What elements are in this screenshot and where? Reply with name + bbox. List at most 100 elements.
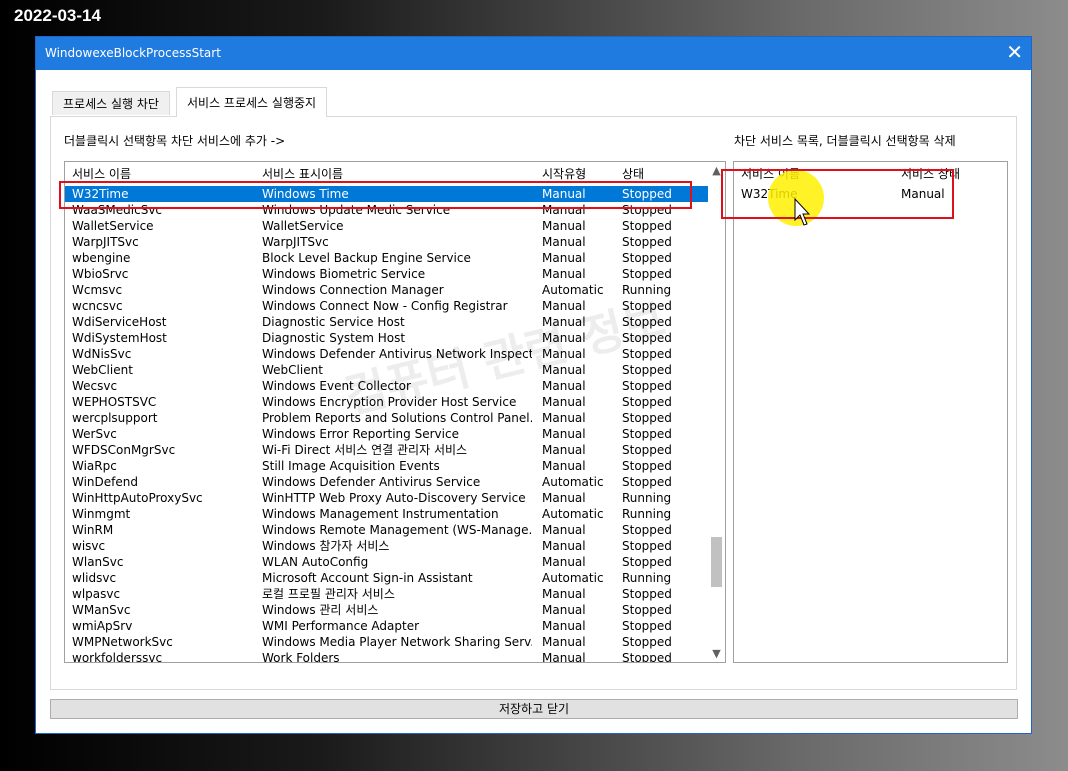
cell-status: Stopped <box>622 331 672 345</box>
cell-display-name: Block Level Backup Engine Service <box>262 251 471 265</box>
cell-start-type: Manual <box>542 251 586 265</box>
table-row[interactable]: wcncsvc Windows Connect Now - Config Regi… <box>65 298 709 314</box>
cell-display-name: Windows Encryption Provider Host Service <box>262 395 517 409</box>
cell-start-type: Manual <box>542 491 586 505</box>
column-header-start-type[interactable]: 시작유형 <box>542 166 586 182</box>
table-row[interactable]: WiaRpc Still Image Acquisition Events Manu… <box>65 458 709 474</box>
cell-status: Running <box>622 491 672 505</box>
table-row[interactable]: Winmgmt Windows Management Instrumentatio… <box>65 506 709 522</box>
cell-service-name: WinDefend <box>72 475 138 489</box>
cell-service-name: WdiServiceHost <box>72 315 167 329</box>
table-row[interactable]: WMPNetworkSvc Windows Media Player Networ… <box>65 634 709 650</box>
cell-start-type: Automatic <box>542 507 604 521</box>
cell-service-name: wlpasvc <box>72 587 121 601</box>
title-bar: WindowexeBlockProcessStart ✕ <box>36 37 1031 70</box>
table-row[interactable]: WManSvc Windows 관리 서비스 Manual Stopped <box>65 602 709 618</box>
mouse-pointer-icon <box>794 198 810 226</box>
cell-display-name: WinHTTP Web Proxy Auto-Discovery Service <box>262 491 526 505</box>
table-row[interactable]: WbioSrvc Windows Biometric Service Manual S… <box>65 266 709 282</box>
date-stamp: 2022-03-14 <box>14 6 101 25</box>
cell-status: Stopped <box>622 315 672 329</box>
table-row[interactable]: WdiServiceHost Diagnostic Service Host Man… <box>65 314 709 330</box>
scroll-down-icon[interactable]: ▼ <box>708 645 725 662</box>
table-row[interactable]: WebClient WebClient Manual Stopped <box>65 362 709 378</box>
tab-process-block[interactable]: 프로세스 실행 차단 <box>52 91 170 115</box>
tab-panel: 더블클릭시 선택항목 차단 서비스에 추가 -> 차단 서비스 목록, 더블클릭… <box>50 116 1017 690</box>
service-list[interactable]: 서비스 이름 서비스 표시이름 시작유형 상태 W32Time Windows T… <box>64 161 726 663</box>
cell-status: Running <box>622 571 672 585</box>
table-row[interactable]: WaaSMedicSvc Windows Update Medic Service… <box>65 202 709 218</box>
cell-start-type: Manual <box>542 651 586 663</box>
cell-start-type: Manual <box>542 523 586 537</box>
cell-display-name: WarpJITSvc <box>262 235 329 249</box>
cell-start-type: Manual <box>542 411 586 425</box>
cell-status: Stopped <box>622 347 672 361</box>
cell-display-name: Windows Connect Now - Config Registrar <box>262 299 508 313</box>
table-row[interactable]: Wcmsvc Windows Connection Manager Automati… <box>65 282 709 298</box>
table-row[interactable]: wbengine Block Level Backup Engine Servic… <box>65 250 709 266</box>
table-row[interactable]: Wecsvc Windows Event Collector Manual Stopp… <box>65 378 709 394</box>
column-header-status[interactable]: 상태 <box>622 166 644 182</box>
cell-service-name: WlanSvc <box>72 555 124 569</box>
vertical-scrollbar[interactable]: ▲ ▼ <box>708 162 725 662</box>
cell-display-name: WalletService <box>262 219 344 233</box>
table-row[interactable]: WFDSConMgrSvc Wi-Fi Direct 서비스 연결 관리자 서비스… <box>65 442 709 458</box>
table-row[interactable]: W32Time Windows Time Manual Stopped <box>65 186 709 202</box>
close-icon[interactable]: ✕ <box>1006 41 1023 63</box>
blocked-service-list[interactable]: 서비스 이름 서비스 상태 W32Time Manual <box>733 161 1008 663</box>
table-row[interactable]: WarpJITSvc WarpJITSvc Manual Stopped <box>65 234 709 250</box>
table-row[interactable]: WEPHOSTSVC Windows Encryption Provider Ho… <box>65 394 709 410</box>
table-row[interactable]: WdNisSvc Windows Defender Antivirus Netwo… <box>65 346 709 362</box>
table-row[interactable]: workfolderssvc Work Folders Manual Stopped <box>65 650 709 663</box>
scroll-thumb[interactable] <box>711 537 722 587</box>
column-header-blocked-status[interactable]: 서비스 상태 <box>901 166 960 182</box>
cell-service-name: WdiSystemHost <box>72 331 167 345</box>
cell-status: Stopped <box>622 443 672 457</box>
table-row[interactable]: wlpasvc 로컬 프로필 관리자 서비스 Manual Stopped <box>65 586 709 602</box>
save-and-close-button[interactable]: 저장하고 닫기 <box>50 699 1018 719</box>
table-row[interactable]: wlidsvc Microsoft Account Sign-in Assista… <box>65 570 709 586</box>
table-row[interactable]: WinHttpAutoProxySvc WinHTTP Web Proxy Aut… <box>65 490 709 506</box>
cell-display-name: Work Folders <box>262 651 340 663</box>
service-list-header: 서비스 이름 서비스 표시이름 시작유형 상태 <box>65 166 725 182</box>
cell-status: Stopped <box>622 251 672 265</box>
table-row[interactable]: wisvc Windows 참가자 서비스 Manual Stopped <box>65 538 709 554</box>
window-title: WindowexeBlockProcessStart <box>45 46 221 60</box>
cell-status: Stopped <box>622 635 672 649</box>
table-row[interactable]: WdiSystemHost Diagnostic System Host Manua… <box>65 330 709 346</box>
column-header-name[interactable]: 서비스 이름 <box>72 166 131 182</box>
cell-service-name: wlidsvc <box>72 571 117 585</box>
left-hint: 더블클릭시 선택항목 차단 서비스에 추가 -> <box>64 134 286 148</box>
column-header-display-name[interactable]: 서비스 표시이름 <box>262 166 343 182</box>
cell-status: Stopped <box>622 651 672 663</box>
cell-start-type: Manual <box>542 267 586 281</box>
cell-display-name: Windows Defender Antivirus Network Inspe… <box>262 347 532 361</box>
table-row[interactable]: WinDefend Windows Defender Antivirus Serv… <box>65 474 709 490</box>
cell-blocked-name: W32Time <box>741 187 798 201</box>
table-row[interactable]: WinRM Windows Remote Management (WS-Manag… <box>65 522 709 538</box>
cell-service-name: WarpJITSvc <box>72 235 139 249</box>
cell-display-name: Windows Media Player Network Sharing Ser… <box>262 635 532 649</box>
table-row[interactable]: WerSvc Windows Error Reporting Service Man… <box>65 426 709 442</box>
cell-status: Stopped <box>622 459 672 473</box>
scroll-up-icon[interactable]: ▲ <box>708 162 725 179</box>
cell-start-type: Manual <box>542 299 586 313</box>
cell-start-type: Manual <box>542 555 586 569</box>
table-row[interactable]: W32Time Manual <box>734 186 1004 202</box>
cell-service-name: W32Time <box>72 187 129 201</box>
cell-start-type: Manual <box>542 587 586 601</box>
cell-service-name: WbioSrvc <box>72 267 129 281</box>
cell-display-name: Windows Defender Antivirus Service <box>262 475 481 489</box>
column-header-blocked-name[interactable]: 서비스 이름 <box>741 166 800 182</box>
tab-service-stop[interactable]: 서비스 프로세스 실행중지 <box>176 87 328 117</box>
table-row[interactable]: WlanSvc WLAN AutoConfig Manual Stopped <box>65 554 709 570</box>
table-row[interactable]: WalletService WalletService Manual Stopped <box>65 218 709 234</box>
cell-start-type: Manual <box>542 363 586 377</box>
cell-display-name: Windows Management Instrumentation <box>262 507 499 521</box>
cell-display-name: WLAN AutoConfig <box>262 555 369 569</box>
cell-service-name: WaaSMedicSvc <box>72 203 163 217</box>
cell-status: Stopped <box>622 475 672 489</box>
table-row[interactable]: wmiApSrv WMI Performance Adapter Manual Sto… <box>65 618 709 634</box>
cell-service-name: WerSvc <box>72 427 117 441</box>
table-row[interactable]: wercplsupport Problem Reports and Solutio… <box>65 410 709 426</box>
